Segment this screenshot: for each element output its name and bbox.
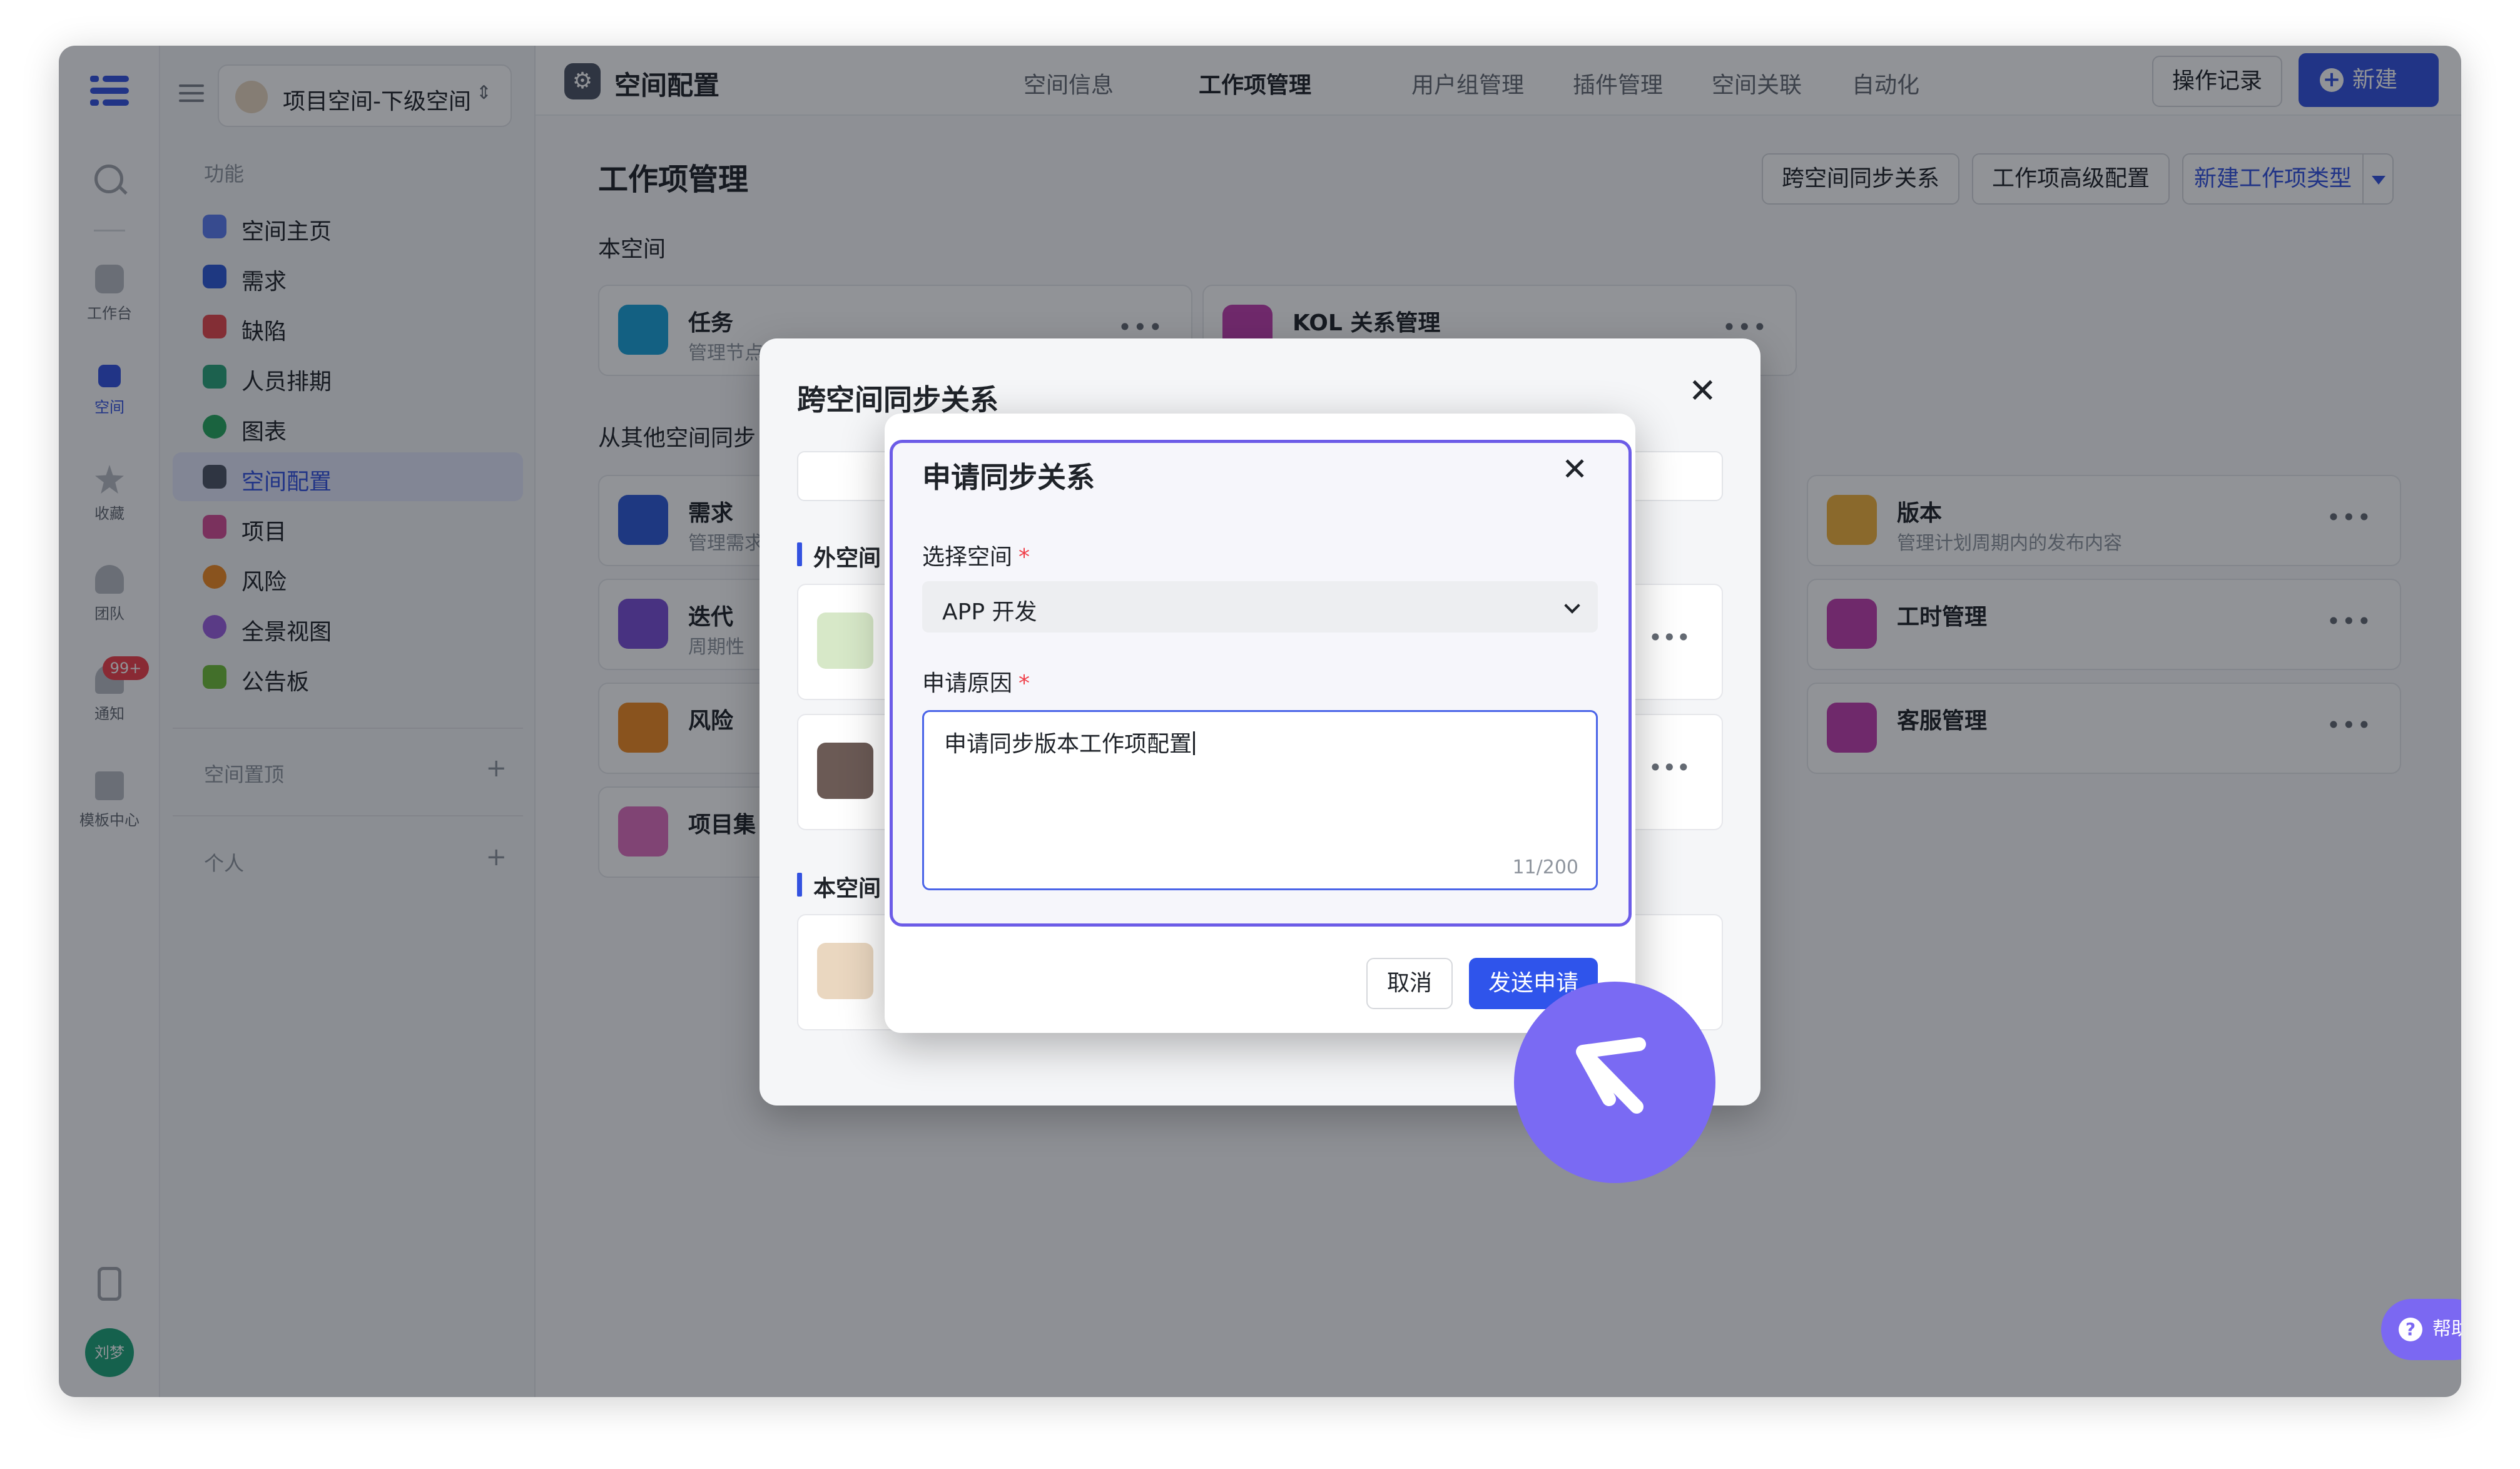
space-select-value: APP 开发 xyxy=(942,599,1037,625)
close-icon[interactable]: ✕ xyxy=(1562,451,1588,487)
more-icon[interactable]: ••• xyxy=(1649,624,1690,651)
more-icon[interactable]: ••• xyxy=(1649,754,1690,781)
local-space-section: 本空间 xyxy=(797,870,881,903)
space-avatar-icon xyxy=(817,743,873,799)
reason-field-label: 申请原因 * xyxy=(922,665,1030,698)
external-space-section: 外空间 xyxy=(797,540,881,572)
space-avatar-icon xyxy=(817,943,873,999)
question-icon: ? xyxy=(2399,1318,2422,1341)
help-button[interactable]: ? 帮助 xyxy=(2381,1299,2461,1360)
reason-label-text: 申请原因 xyxy=(922,671,1013,696)
app-window: 工作台 空间 收藏 团队 通知 99+ 模板中心 刘梦 项目空间-下级空间 ⇕ … xyxy=(59,46,2461,1397)
required-mark: * xyxy=(1019,671,1030,696)
apply-sync-dialog: 申请同步关系 ✕ 选择空间 * APP 开发 申请原因 * 申请同步版本工作项配置 … xyxy=(885,414,1635,1033)
text-caret xyxy=(1193,731,1196,755)
space-label-text: 选择空间 xyxy=(922,544,1013,570)
char-counter: 11/200 xyxy=(1512,856,1578,878)
dialog-title: 申请同步关系 xyxy=(922,460,1095,494)
dialog-title: 跨空间同步关系 xyxy=(797,383,998,417)
reason-text: 申请同步版本工作项配置 xyxy=(944,726,1196,758)
space-field-label: 选择空间 * xyxy=(922,539,1030,571)
required-mark: * xyxy=(1019,544,1030,570)
space-avatar-icon xyxy=(817,613,873,669)
reason-value: 申请同步版本工作项配置 xyxy=(944,731,1192,757)
close-icon[interactable]: ✕ xyxy=(1689,371,1717,410)
cursor-pointer-icon xyxy=(1514,982,1715,1183)
reason-textarea[interactable]: 申请同步版本工作项配置 11/200 xyxy=(922,710,1598,890)
space-select[interactable]: APP 开发 xyxy=(922,581,1598,633)
help-label: 帮助 xyxy=(2432,1318,2461,1340)
chevron-down-icon xyxy=(1564,597,1580,614)
cancel-button[interactable]: 取消 xyxy=(1366,958,1453,1009)
